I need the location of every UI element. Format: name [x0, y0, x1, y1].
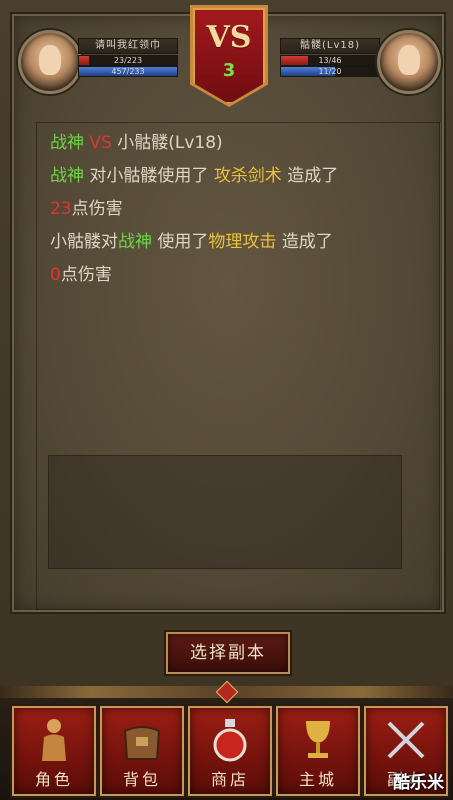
swords-icon: [366, 716, 446, 764]
player-avatar[interactable]: [18, 30, 82, 94]
vs-label: VS: [206, 20, 252, 55]
battle-header: 请叫我红领巾 23/223 457/233 VS 3 骷髅(Lv18) 13/4…: [0, 0, 453, 108]
nav-bag[interactable]: 背包: [100, 706, 184, 796]
nav-shop[interactable]: 商店: [188, 706, 272, 796]
player-mp-bar: 457/233: [78, 66, 178, 77]
player-name: 请叫我红领巾: [78, 38, 178, 54]
player-hp-bar: 23/223: [78, 55, 178, 66]
nav-main-city[interactable]: 主城: [276, 706, 360, 796]
round-number: 3: [222, 60, 236, 81]
log-extra-area: [48, 455, 402, 569]
log-title: 战神 VS 小骷髅(Lv18): [50, 133, 223, 153]
watermark: 酷乐米: [393, 773, 444, 793]
potion-icon: [190, 716, 270, 764]
enemy-hp-bar: 13/46: [280, 55, 380, 66]
battle-log: 战神 VS 小骷髅(Lv18) 战神 对小骷髅使用了 攻杀剑术 造成了 23点伤…: [50, 132, 420, 297]
log-line: 0点伤害: [50, 265, 112, 285]
bag-icon: [102, 716, 182, 764]
enemy-mp-bar: 11/20: [280, 66, 380, 77]
chalice-icon: [278, 716, 358, 764]
log-line: 小骷髅对战神 使用了物理攻击 造成了: [50, 232, 333, 252]
enemy-avatar[interactable]: [377, 30, 441, 94]
log-line: 23点伤害: [50, 199, 123, 219]
character-icon: [14, 716, 94, 764]
enemy-name: 骷髅(Lv18): [280, 38, 380, 54]
log-line: 战神 对小骷髅使用了 攻杀剑术 造成了: [50, 166, 339, 186]
select-dungeon-button[interactable]: 选择副本: [166, 632, 290, 674]
nav-character[interactable]: 角色: [12, 706, 96, 796]
